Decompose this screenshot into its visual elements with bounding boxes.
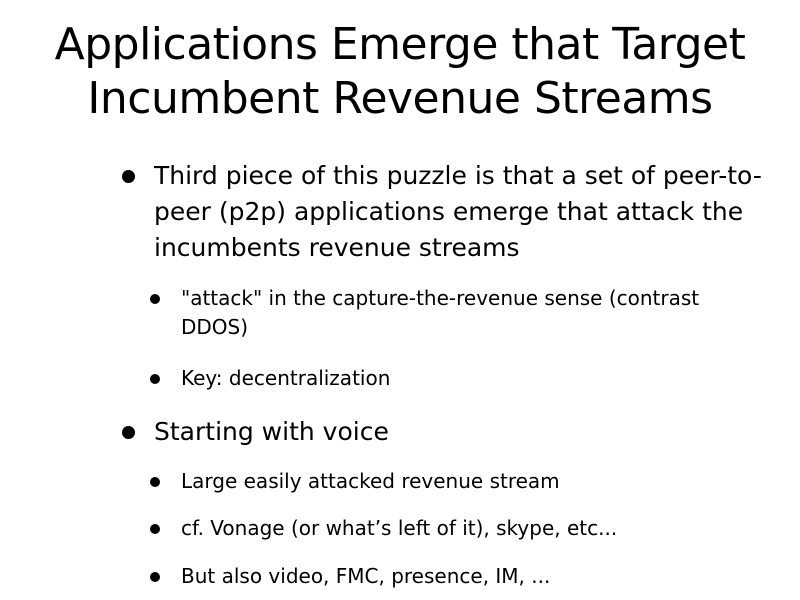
bullet-text: Starting with voice [154, 417, 389, 446]
slide-title-line-1: Applications Emerge that Target [54, 19, 746, 70]
bullet-starting-voice: Starting with voice [122, 414, 762, 450]
bullet-text: But also video, FMC, presence, IM, ... [181, 564, 551, 588]
bullet-dot [150, 524, 160, 534]
bullet-text: cf. Vonage (or what’s left of it), skype… [181, 516, 618, 540]
slide: Applications Emerge that Target Incumben… [0, 0, 800, 600]
slide-title-line-2: Incumbent Revenue Streams [87, 73, 713, 124]
sub-bullet-vonage-skype: cf. Vonage (or what’s left of it), skype… [150, 514, 760, 543]
slide-title: Applications Emerge that Target Incumben… [0, 18, 800, 126]
sub-bullet-decentralization: Key: decentralization [150, 364, 760, 393]
bullet-dot [150, 477, 160, 487]
bullet-text: "attack" in the capture-the-revenue sens… [181, 286, 700, 339]
bullet-text: Third piece of this puzzle is that a set… [154, 161, 762, 262]
bullet-text: Key: decentralization [181, 366, 391, 390]
bullet-dot [122, 170, 135, 183]
bullet-dot [122, 426, 135, 439]
bullet-dot [150, 294, 160, 304]
bullet-third-piece: Third piece of this puzzle is that a set… [122, 158, 762, 266]
bullet-text: Large easily attacked revenue stream [181, 469, 560, 493]
sub-bullet-large-revenue: Large easily attacked revenue stream [150, 467, 760, 496]
sub-bullet-video-fmc: But also video, FMC, presence, IM, ... [150, 562, 760, 591]
bullet-dot [150, 572, 160, 582]
sub-bullet-attack-sense: "attack" in the capture-the-revenue sens… [150, 284, 760, 342]
bullet-dot [150, 374, 160, 384]
